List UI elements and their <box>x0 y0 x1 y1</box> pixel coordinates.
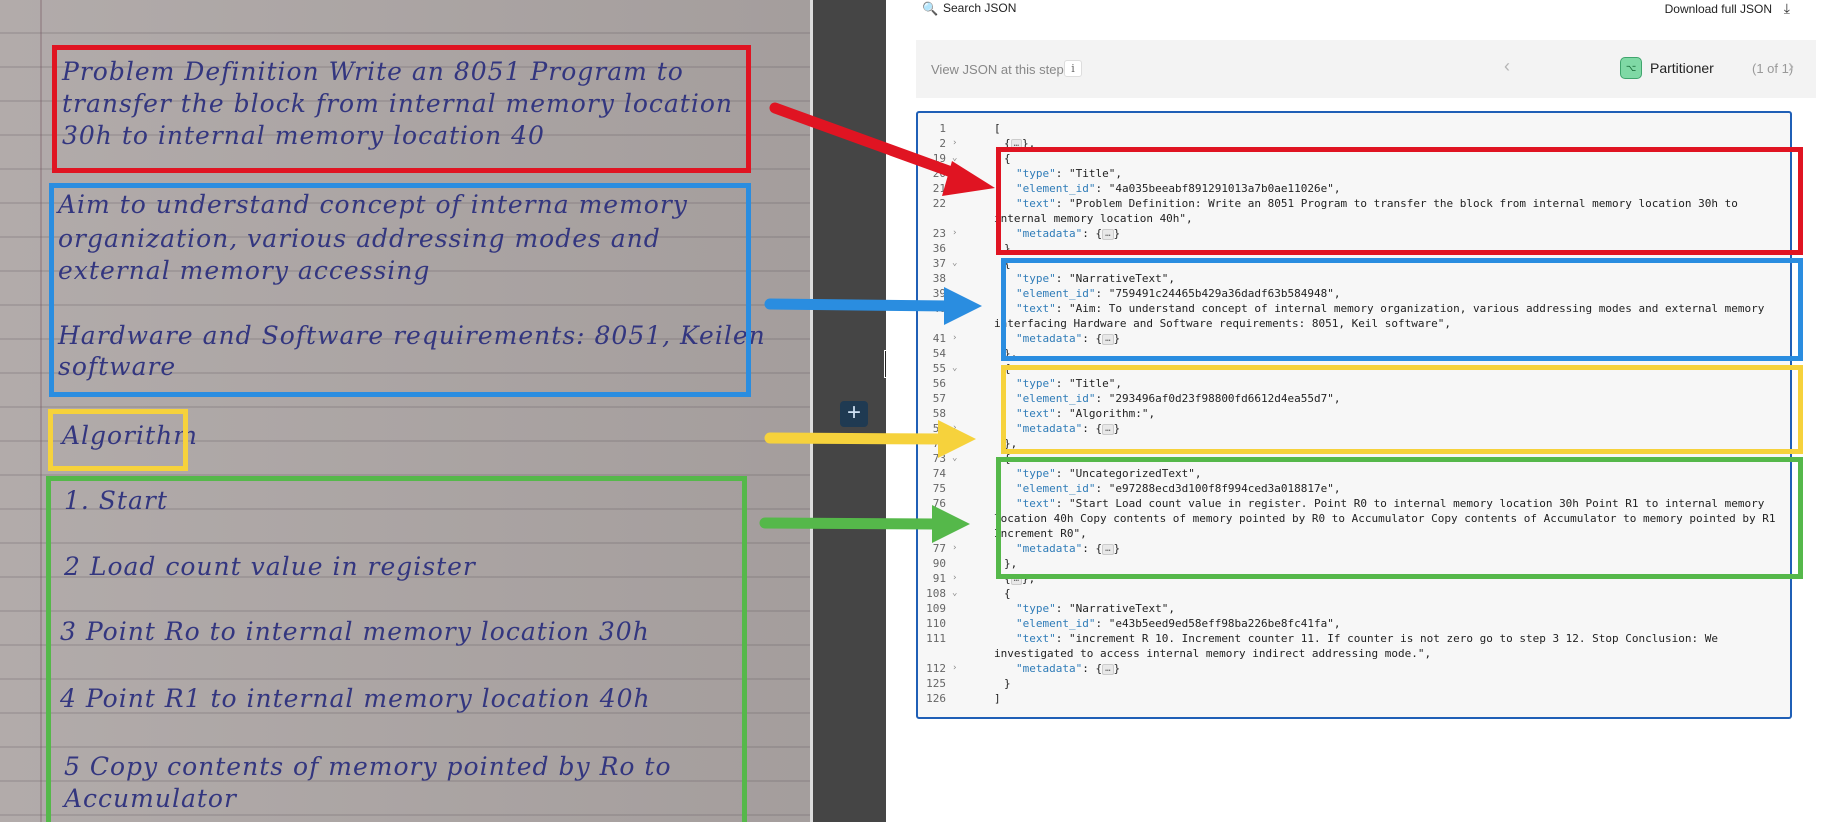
partitioner-icon: ⌥ <box>1620 57 1642 79</box>
collapsed-object: … <box>1102 664 1114 675</box>
json-line[interactable]: 112 › "metadata": {…} <box>918 661 1790 676</box>
fold-icon: ⌄ <box>952 363 958 373</box>
search-json-button[interactable]: Search JSON <box>943 1 1016 15</box>
json-line: 111 "text": "increment R 10. Increment co… <box>926 632 1719 660</box>
fold-icon: ⌄ <box>952 153 958 163</box>
highlight-box-narrative <box>49 183 751 397</box>
previous-step-icon[interactable]: ‹ <box>1504 56 1510 77</box>
partitioner-label[interactable]: Partitioner <box>1650 60 1714 76</box>
add-button[interactable]: + <box>840 401 868 427</box>
partitioner-count: (1 of 1) <box>1752 61 1794 76</box>
viewer-toolbar: 🔍 Search JSON Download full JSON ⤓ <box>886 0 1822 24</box>
step-bar: View JSON at this step i ‹ ⌥ Partitioner… <box>916 40 1816 98</box>
fold-icon: › <box>952 423 958 433</box>
download-icon[interactable]: ⤓ <box>1784 0 1790 17</box>
json-highlight-narrative <box>1001 258 1803 361</box>
fold-icon: ⌄ <box>952 258 958 268</box>
fold-icon: › <box>952 543 958 553</box>
json-line: 126] <box>926 692 1001 705</box>
json-highlight-algorithm <box>1001 365 1803 454</box>
search-icon[interactable]: 🔍 <box>922 1 938 17</box>
splitter-edge <box>810 0 813 822</box>
highlight-box-title <box>52 45 751 173</box>
fold-icon: › <box>952 138 958 148</box>
notebook-margin-line <box>40 0 42 822</box>
json-line: 1[ <box>939 122 1001 135</box>
json-line[interactable]: 108 ⌄{ <box>918 586 1790 601</box>
fold-icon: › <box>952 663 958 673</box>
json-highlight-title <box>996 147 1803 255</box>
fold-icon: › <box>952 573 958 583</box>
notebook-photo: Problem Definition Write an 8051 Program… <box>0 0 810 822</box>
fold-icon: ⌄ <box>952 453 958 463</box>
json-highlight-steps <box>996 457 1803 579</box>
highlight-box-algorithm <box>48 409 188 471</box>
fold-icon: › <box>952 333 958 343</box>
fold-icon: ⌄ <box>952 588 958 598</box>
json-line: 110 "element_id": "e43b5eed9ed58eff98ba22… <box>926 617 1341 630</box>
json-line: 125} <box>926 677 1011 690</box>
json-line: 109 "type": "NarrativeText", <box>926 602 1175 615</box>
download-json-button[interactable]: Download full JSON <box>1665 2 1772 16</box>
fold-icon: › <box>952 228 958 238</box>
view-json-step-label: View JSON at this step <box>931 62 1064 77</box>
next-step-icon[interactable]: › <box>1788 56 1794 77</box>
info-icon[interactable]: i <box>1064 60 1082 77</box>
highlight-box-steps <box>46 476 747 822</box>
